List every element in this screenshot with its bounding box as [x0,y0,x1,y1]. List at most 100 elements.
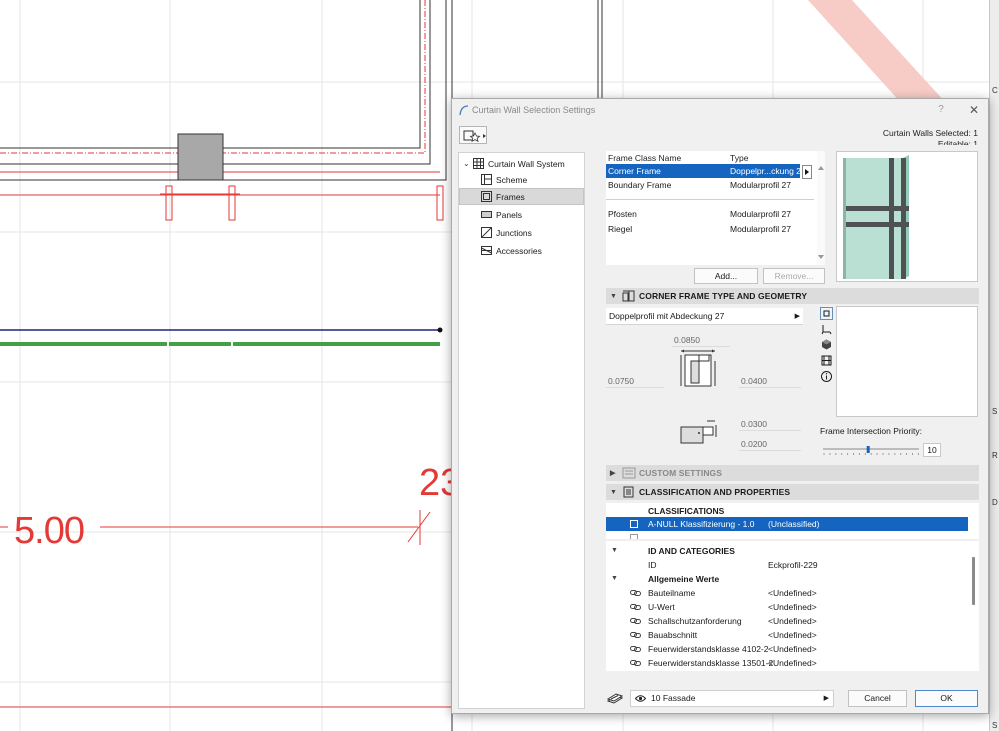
cap-depth-field[interactable]: 0.0200 [739,438,801,451]
expand-chevron-icon[interactable]: ⌄ [463,159,473,168]
help-button[interactable]: ? [934,103,948,117]
intersection-priority-slider[interactable] [823,446,919,456]
3d-view-button[interactable] [820,338,833,351]
frame-name: Boundary Frame [608,180,672,190]
property-value: Eckprofil-229 [768,560,818,570]
frame-type: Doppelpr...ckung 27 [730,166,800,176]
link-icon [630,618,641,624]
close-button[interactable]: ✕ [966,103,982,117]
property-key: Bauteilname [648,588,696,598]
add-frame-button[interactable]: Add... [694,268,758,284]
intersection-priority-label: Frame Intersection Priority: [820,426,923,436]
3d-cube-icon [822,339,831,350]
classification-name: A-NULL Klassifizierung - 1.0 [648,519,755,529]
favorites-button[interactable] [459,126,487,144]
section-view-icon [821,325,832,335]
scroll-up-icon[interactable] [817,163,825,173]
frame-2d-preview[interactable] [836,306,978,417]
property-row[interactable]: Bauabschnitt <Undefined> [606,628,968,642]
property-group-general[interactable]: ▼ Allgemeine Werte [606,572,968,586]
frame-row-riegel[interactable]: Riegel Modularprofil 27 [606,222,816,236]
ok-button[interactable]: OK [915,690,978,707]
right-palette-strip[interactable]: C S R D S [989,0,999,731]
classification-value: (Unclassified) [768,519,820,529]
link-icon [630,590,641,596]
eye-icon[interactable] [635,694,646,703]
property-key: Feuerwiderstandsklasse 4102-2 [648,644,769,654]
tree-item-panels[interactable]: Panels [481,206,522,223]
properties-table: ▼ ID AND CATEGORIES ID Eckprofil-229 ▼ A… [606,541,979,671]
layer-select[interactable]: 10 Fassade ▶ [630,690,834,707]
tree-item-label: Accessories [496,245,542,256]
frame-name: Corner Frame [608,166,661,176]
collapse-arrow-icon: ▼ [610,292,618,300]
link-icon [630,632,641,638]
tree-item-junctions[interactable]: Junctions [481,224,532,241]
palette-label: S [992,721,998,730]
frame-row-pfosten[interactable]: Pfosten Modularprofil 27 [606,207,816,221]
tree-item-frames[interactable]: Frames [459,188,584,205]
classifications-table: CLASSIFICATIONS A-NULL Klassifizierung -… [606,503,979,539]
curtain-wall-icon [459,105,469,116]
tree-item-label: Scheme [496,174,528,185]
property-value: <Undefined> [768,644,817,654]
frames-icon [481,191,492,202]
palette-label: S [992,407,998,416]
frame-type: Modularprofil 27 [730,180,791,190]
property-row[interactable]: Schallschutzanforderung <Undefined> [606,614,968,628]
remove-frame-button[interactable]: Remove... [763,268,825,284]
classification-checkbox[interactable] [630,534,638,539]
scroll-down-icon[interactable] [817,252,825,262]
column-header-type[interactable]: Type [730,153,748,163]
section-custom-settings[interactable]: ▶ CUSTOM SETTINGS [606,465,979,481]
panels-icon [481,211,492,218]
tree-item-scheme[interactable]: Scheme [481,171,527,188]
info-button[interactable] [820,370,833,383]
frame-profile-select[interactable]: Doppelprofil mit Abdeckung 27 ▶ [606,308,803,325]
scheme-icon [481,174,492,185]
caret-right-icon: ▶ [794,313,800,320]
property-row[interactable]: Feuerwiderstandsklasse 13501-2 <Undefine… [606,656,968,670]
plan-view-button[interactable] [820,307,833,320]
layer-icon [607,693,623,704]
column[interactable] [177,133,224,181]
property-row[interactable]: Bauteilname <Undefined> [606,586,968,600]
right-depth-field[interactable]: 0.0400 [739,375,801,388]
curtain-wall-system-icon [473,158,484,169]
property-key: ID [648,560,657,570]
column-header-frame-class[interactable]: Frame Class Name [608,153,681,163]
frame-width-field[interactable]: 0.0850 [672,334,730,347]
frame-type-picker-button[interactable] [802,165,812,179]
frame-row-boundary[interactable]: Boundary Frame Modularprofil 27 [606,178,816,192]
section-classification-properties[interactable]: ▼ CLASSIFICATION AND PROPERTIES [606,484,979,500]
classification-checkbox[interactable] [630,520,638,528]
property-row[interactable]: Feuerwiderstandsklasse 4102-2 <Undefined… [606,642,968,656]
property-row-id[interactable]: ID Eckprofil-229 [606,558,968,572]
properties-scrollbar[interactable] [972,557,975,605]
intersection-priority-value[interactable]: 10 [923,443,941,457]
frame-type: Modularprofil 27 [730,209,791,219]
curtain-wall-preview-image [843,155,909,279]
section-corner-frame-geometry[interactable]: ▼ CORNER FRAME TYPE AND GEOMETRY [606,288,979,304]
property-group-id[interactable]: ▼ ID AND CATEGORIES [606,544,968,558]
frame-list-scrollbar[interactable] [817,151,825,265]
property-value: <Undefined> [768,630,817,640]
tree-item-label: Junctions [496,227,532,238]
classifications-header: CLASSIFICATIONS [648,506,725,516]
elevation-view-button[interactable] [820,354,833,367]
left-depth-field[interactable]: 0.0750 [606,375,664,388]
property-key: Feuerwiderstandsklasse 13501-2 [648,658,774,668]
cancel-button[interactable]: Cancel [848,690,907,707]
slider-thumb[interactable] [866,446,870,453]
section-view-button[interactable] [820,323,833,336]
classification-row[interactable]: A-NULL Klassifizierung - 1.0 (Unclassifi… [606,517,968,531]
dialog-titlebar[interactable]: Curtain Wall Selection Settings ? ✕ [452,99,988,121]
tree-root-curtain-wall-system[interactable]: ⌄ Curtain Wall System [463,155,565,172]
frame-3d-preview[interactable] [836,151,978,282]
property-row[interactable]: U-Wert <Undefined> [606,600,968,614]
frame-row-corner[interactable]: Corner Frame Doppelpr...ckung 27 [606,164,800,178]
favorites-star-icon [463,130,486,143]
cap-width-field[interactable]: 0.0300 [739,418,801,431]
dimension-label[interactable]: 5.00 [14,510,85,553]
tree-item-accessories[interactable]: Accessories [481,242,542,259]
